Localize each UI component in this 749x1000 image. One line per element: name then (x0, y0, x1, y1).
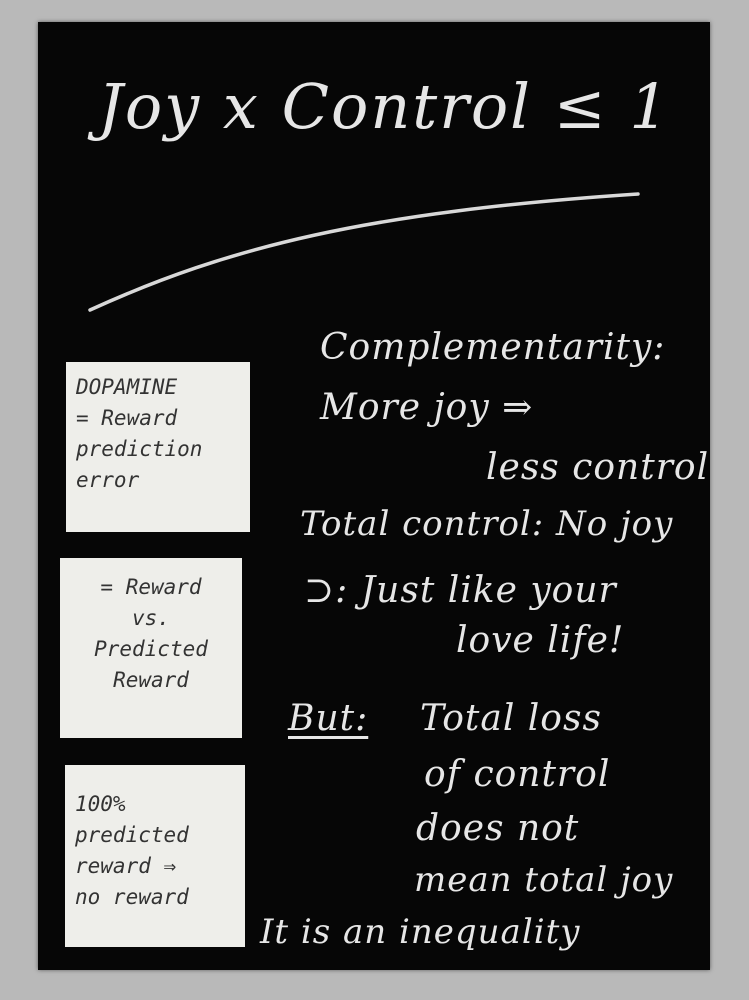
does-not-line: does not (416, 808, 580, 849)
total-control-line: Total control: No joy (300, 504, 674, 544)
mean-total-joy-line: mean total joy (414, 860, 674, 900)
but-label: But: (288, 698, 369, 739)
just-like-line: ⊃: Just like your (304, 570, 617, 611)
note-line: error (76, 468, 140, 492)
note-line: no reward (75, 885, 189, 909)
complementarity-heading: Complementarity: (320, 327, 666, 368)
note-line: = Reward (76, 406, 178, 430)
note-line: 100% (75, 792, 126, 816)
sticky-note-reward-vs-predicted: = Reward vs. Predicted Reward (60, 558, 242, 738)
inequality-line: It is an inequality (260, 912, 581, 952)
chalkboard-poster: Joy x Control ≤ 1 DOPAMINE = Reward pred… (38, 22, 710, 970)
note-line: Predicted (94, 637, 208, 661)
note-line: predicted (75, 823, 189, 847)
love-life-line: love life! (456, 620, 625, 661)
note-line: DOPAMINE (76, 375, 178, 399)
sticky-note-predicted-reward: 100% predicted reward ⇒ no reward (65, 765, 245, 947)
note-line: vs. (132, 606, 170, 630)
note-line: Reward (113, 668, 189, 692)
total-loss-line: Total loss (420, 698, 602, 739)
note-line: = Reward (100, 575, 202, 599)
note-line: reward ⇒ (75, 854, 177, 878)
note-line: prediction (76, 437, 203, 461)
more-joy-line: More joy ⇒ (320, 387, 534, 428)
of-control-line: of control (424, 754, 611, 795)
less-control-line: less control (486, 447, 710, 488)
sticky-note-dopamine: DOPAMINE = Reward prediction error (66, 362, 250, 532)
